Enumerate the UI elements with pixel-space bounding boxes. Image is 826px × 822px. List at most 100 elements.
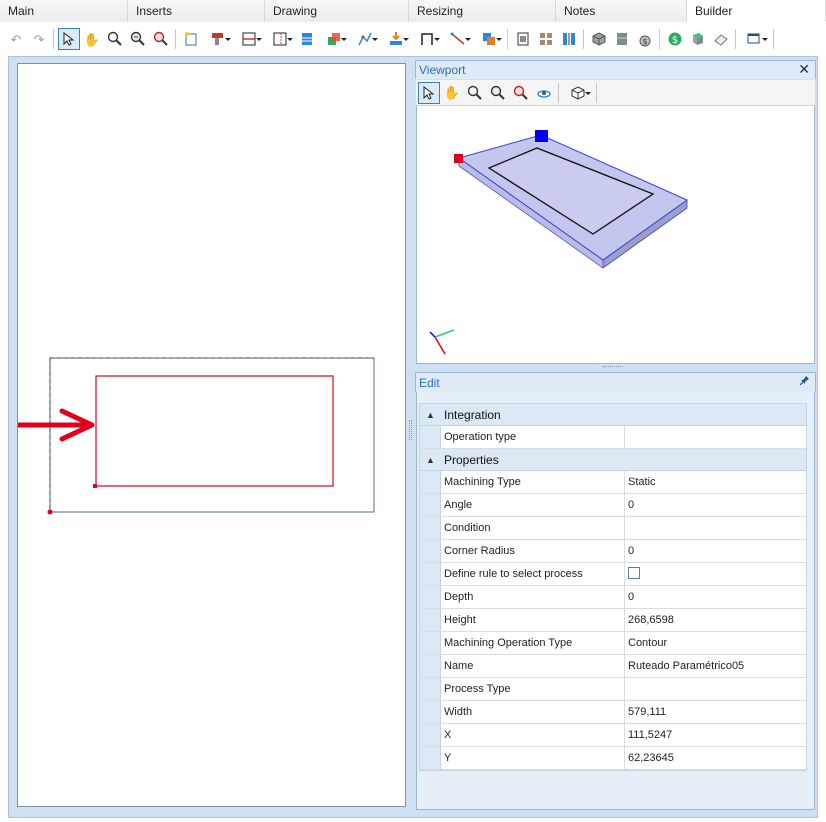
pan-hand-icon[interactable]: ✋ (81, 28, 103, 50)
color-part-icon[interactable] (319, 28, 349, 50)
select-arrow-icon[interactable] (58, 28, 80, 50)
viewport-title: Viewport (419, 63, 466, 77)
tab-resizing[interactable]: Resizing (409, 0, 556, 22)
property-row[interactable]: Corner Radius 0 (420, 540, 806, 563)
property-row[interactable]: Define rule to select process (420, 563, 806, 586)
section-properties[interactable]: ▲ Properties (420, 449, 806, 471)
property-value[interactable]: 579,111 (625, 701, 806, 723)
selection-handle-red (454, 154, 463, 163)
property-row[interactable]: Process Type (420, 678, 806, 701)
pin-icon[interactable] (799, 375, 810, 389)
property-value[interactable]: 111,5247 (625, 724, 806, 746)
property-value[interactable]: 62,23645 (625, 747, 806, 769)
property-row[interactable]: X 111,5247 (420, 724, 806, 747)
path-tool-icon[interactable] (350, 28, 380, 50)
property-name: X (441, 724, 625, 746)
pan-hand-icon[interactable]: ✋ (441, 82, 463, 104)
close-icon[interactable]: ✕ (798, 61, 810, 78)
tab-notes[interactable]: Notes (556, 0, 687, 22)
property-name: Operation type (441, 426, 625, 448)
axis-y (434, 329, 455, 338)
selection-handle-blue (535, 130, 548, 142)
property-value[interactable] (625, 517, 806, 539)
drawing-canvas[interactable] (17, 63, 406, 807)
dollar-icon[interactable]: $ (664, 28, 686, 50)
property-row[interactable]: Depth 0 (420, 586, 806, 609)
zoom-extents-icon[interactable] (464, 82, 486, 104)
property-row[interactable]: Machining Type Static (420, 471, 806, 494)
columns-icon[interactable] (558, 28, 580, 50)
vertical-splitter[interactable] (409, 420, 412, 440)
viewport-3d-scene[interactable] (417, 106, 814, 362)
property-value[interactable]: 0 (625, 494, 806, 516)
shelf-icon[interactable] (296, 28, 318, 50)
cabinet-icon[interactable] (611, 28, 633, 50)
select-arrow-icon[interactable] (418, 81, 440, 104)
property-value[interactable]: Ruteado Paramétrico05 (625, 655, 806, 677)
grid-icon[interactable] (535, 28, 557, 50)
zoom-realtime-icon[interactable] (150, 28, 172, 50)
tab-inserts[interactable]: Inserts (128, 0, 265, 22)
viewport-header: Viewport ✕ (415, 60, 816, 79)
line-tool-icon[interactable] (443, 28, 473, 50)
property-value (625, 563, 806, 585)
property-value[interactable]: 268,6598 (625, 609, 806, 631)
property-name: Corner Radius (441, 540, 625, 562)
eraser-icon[interactable] (710, 28, 732, 50)
property-row[interactable]: Machining Operation Type Contour (420, 632, 806, 655)
property-row[interactable]: Width 579,111 (420, 701, 806, 724)
property-row[interactable]: Y 62,23645 (420, 747, 806, 770)
viewport-3d-view[interactable] (416, 106, 815, 364)
toolbar-separator (53, 29, 54, 49)
property-row[interactable]: Angle 0 (420, 494, 806, 517)
tab-builder[interactable]: Builder (687, 0, 826, 22)
property-row[interactable]: Height 268,6598 (420, 609, 806, 632)
viewport-toolbar: ✋ (416, 80, 815, 106)
define-rule-checkbox[interactable] (628, 567, 640, 580)
orbit-icon[interactable] (533, 82, 555, 104)
cube-switch-icon[interactable] (687, 28, 709, 50)
property-value[interactable] (625, 426, 806, 448)
property-value[interactable]: 0 (625, 540, 806, 562)
zoom-realtime-icon[interactable] (510, 82, 532, 104)
edit-title: Edit (419, 376, 440, 390)
property-row[interactable]: Operation type (420, 426, 806, 449)
property-name: Machining Type (441, 471, 625, 493)
group-icon[interactable] (474, 28, 504, 50)
property-row[interactable]: Condition (420, 517, 806, 540)
property-name: Define rule to select process (441, 563, 625, 585)
box-3d-icon[interactable] (588, 28, 610, 50)
property-value[interactable] (625, 678, 806, 700)
section-integration[interactable]: ▲ Integration (420, 404, 806, 426)
zoom-window-icon[interactable] (127, 28, 149, 50)
section-label: Properties (444, 452, 499, 467)
property-value[interactable]: 0 (625, 586, 806, 608)
schedule-icon[interactable] (512, 28, 534, 50)
new-part-icon[interactable] (180, 28, 202, 50)
zoom-extents-icon[interactable] (104, 28, 126, 50)
collapse-icon[interactable]: ▲ (420, 410, 441, 420)
section-label: Integration (444, 407, 501, 422)
view-cube-icon[interactable] (563, 82, 593, 104)
tab-drawing[interactable]: Drawing (265, 0, 409, 22)
window-layout-icon[interactable] (740, 28, 770, 50)
ribbon-tabs: Main Inserts Drawing Resizing Notes Buil… (0, 0, 826, 22)
property-value[interactable]: Static (625, 471, 806, 493)
horizontal-splitter[interactable] (603, 366, 623, 368)
property-value[interactable]: Contour (625, 632, 806, 654)
collapse-icon[interactable]: ▲ (420, 455, 441, 465)
zoom-window-icon[interactable] (487, 82, 509, 104)
property-row[interactable]: Name Ruteado Paramétrico05 (420, 655, 806, 678)
undo-icon[interactable]: ↶ (5, 28, 27, 50)
money-bag-icon[interactable]: $ (634, 28, 656, 50)
drawing-surface[interactable] (18, 64, 405, 806)
tab-main[interactable]: Main (0, 0, 128, 22)
frame-icon[interactable] (412, 28, 442, 50)
redo-icon[interactable]: ↷ (28, 28, 50, 50)
panel-divider-icon[interactable] (234, 28, 264, 50)
drill-tool-icon[interactable] (203, 28, 233, 50)
property-name: Name (441, 655, 625, 677)
door-frame-icon[interactable] (265, 28, 295, 50)
property-name: Process Type (441, 678, 625, 700)
insert-down-icon[interactable] (381, 28, 411, 50)
